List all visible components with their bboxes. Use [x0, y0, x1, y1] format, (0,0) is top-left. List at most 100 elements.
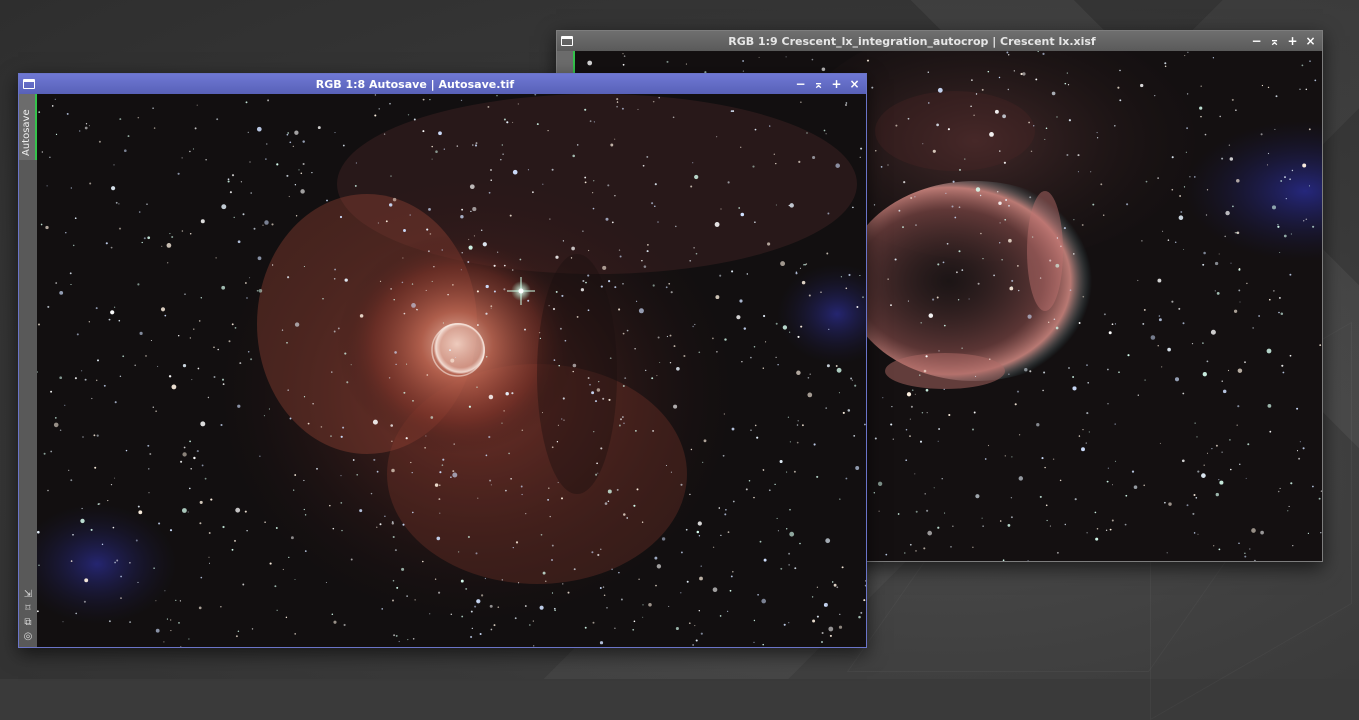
star — [665, 286, 668, 289]
star — [920, 322, 922, 324]
star — [170, 630, 172, 632]
fit-view-icon[interactable]: ⇲ — [22, 589, 34, 601]
clone-view-icon[interactable]: ⧉ — [22, 617, 34, 629]
star — [616, 101, 619, 103]
star — [1182, 322, 1185, 325]
star — [689, 259, 692, 262]
image-canvas[interactable] — [37, 94, 866, 647]
star — [441, 249, 443, 251]
star — [1221, 451, 1223, 453]
star — [221, 204, 227, 210]
star — [294, 184, 297, 186]
star — [823, 129, 826, 132]
close-icon[interactable]: × — [849, 77, 860, 91]
star — [1192, 512, 1195, 515]
window-titlebar[interactable]: RGB 1:9 Crescent_lx_integration_autocrop… — [557, 31, 1322, 51]
close-icon[interactable]: × — [1305, 34, 1316, 48]
star — [716, 350, 718, 353]
star — [1281, 364, 1284, 367]
star — [403, 312, 406, 315]
star — [1291, 169, 1294, 172]
star — [740, 212, 745, 217]
window-menu-icon[interactable] — [23, 79, 35, 89]
window-title: RGB 1:8 Autosave | Autosave.tif — [315, 77, 515, 91]
view-tab-autosave[interactable]: Autosave — [19, 94, 37, 160]
star — [471, 144, 474, 146]
window-titlebar[interactable]: RGB 1:8 Autosave | Autosave.tif − ⌅ + × — [19, 74, 866, 94]
star — [190, 467, 192, 470]
window-menu-icon[interactable] — [561, 36, 573, 46]
maximize-icon[interactable]: + — [1287, 34, 1298, 48]
star — [852, 206, 854, 209]
zoom-frame-icon[interactable]: ⌑ — [22, 603, 34, 615]
minimize-icon[interactable]: − — [1251, 34, 1262, 48]
star — [110, 246, 113, 249]
star — [599, 641, 604, 645]
star — [1278, 311, 1280, 314]
star — [1171, 188, 1174, 191]
star — [1043, 371, 1046, 374]
star — [570, 257, 573, 259]
target-icon[interactable]: ◎ — [22, 631, 34, 643]
star — [155, 410, 157, 412]
star — [125, 449, 128, 452]
shade-icon[interactable]: ⌅ — [813, 77, 824, 91]
star — [714, 222, 720, 227]
shade-icon[interactable]: ⌅ — [1269, 34, 1280, 48]
image-window-autosave[interactable]: RGB 1:8 Autosave | Autosave.tif − ⌅ + × … — [18, 73, 867, 648]
star — [1161, 366, 1163, 368]
star — [474, 605, 477, 608]
star — [207, 396, 210, 399]
star — [636, 488, 639, 491]
star — [46, 185, 48, 187]
star — [750, 356, 752, 359]
star — [1064, 82, 1067, 85]
star — [597, 553, 600, 557]
star — [512, 121, 514, 123]
star — [1008, 373, 1010, 375]
star — [591, 551, 594, 554]
star — [1184, 55, 1186, 57]
star — [177, 172, 180, 175]
star — [137, 505, 140, 508]
star — [1232, 205, 1234, 208]
star — [1236, 232, 1238, 234]
star — [796, 424, 799, 426]
star — [587, 249, 590, 252]
star — [233, 216, 235, 219]
star — [943, 388, 945, 391]
star — [97, 503, 100, 505]
star — [1119, 69, 1121, 72]
star — [672, 116, 675, 119]
star — [551, 559, 553, 561]
star — [287, 132, 290, 134]
star — [642, 164, 645, 167]
star — [547, 129, 549, 132]
star — [245, 282, 247, 284]
minimize-icon[interactable]: − — [795, 77, 806, 91]
star — [502, 153, 504, 155]
star — [1279, 252, 1281, 253]
star — [201, 464, 204, 467]
star — [740, 146, 742, 148]
star — [826, 364, 830, 368]
star — [547, 499, 549, 501]
star — [999, 150, 1001, 152]
star — [553, 607, 556, 610]
star — [1137, 279, 1139, 282]
star — [692, 325, 694, 328]
star — [1046, 519, 1048, 522]
star — [391, 521, 394, 523]
star — [977, 282, 980, 285]
maximize-icon[interactable]: + — [831, 77, 842, 91]
star — [1238, 268, 1241, 271]
star — [1287, 510, 1289, 512]
star — [998, 76, 1001, 79]
star — [623, 422, 625, 425]
star — [1277, 490, 1280, 493]
star — [213, 346, 215, 349]
view-tab-label: Autosave — [21, 109, 32, 156]
star — [118, 203, 120, 205]
star — [1039, 277, 1042, 279]
star — [670, 291, 673, 294]
